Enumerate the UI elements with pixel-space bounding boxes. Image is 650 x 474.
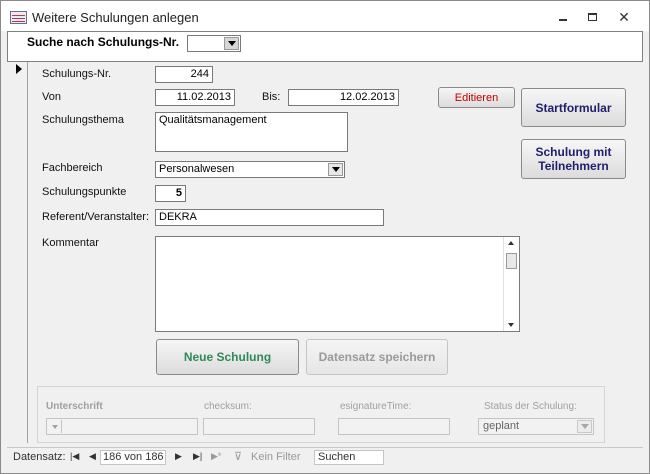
window-title: Weitere Schulungen anlegen xyxy=(32,10,199,25)
restore-button[interactable] xyxy=(578,7,606,27)
checksum-label: checksum: xyxy=(204,401,252,412)
chevron-down-icon xyxy=(51,424,58,429)
minimize-button[interactable] xyxy=(549,7,577,27)
schulungspunkte-field[interactable]: 5 xyxy=(155,185,186,202)
bis-label: Bis: xyxy=(262,91,281,103)
title-bar: Weitere Schulungen anlegen ✕ xyxy=(1,1,649,31)
new-record-icon[interactable]: ▶* xyxy=(211,451,221,462)
schulungs-nr-label: Schulungs-Nr. xyxy=(42,68,112,80)
fachbereich-dropdown-button[interactable] xyxy=(328,163,343,176)
restore-icon xyxy=(587,13,597,21)
scroll-thumb[interactable] xyxy=(506,253,517,269)
fachbereich-value: Personalwesen xyxy=(159,163,235,175)
chevron-down-icon xyxy=(227,41,236,46)
schulungspunkte-label: Schulungspunkte xyxy=(42,186,127,198)
esignaturetime-field xyxy=(338,418,450,435)
record-navigation-bar: Datensatz: |◀ ◀ 186 von 186 ▶ ▶| ▶* ⊽ Ke… xyxy=(7,447,643,467)
kommentar-label: Kommentar xyxy=(42,237,99,249)
chevron-down-icon xyxy=(331,167,340,172)
status-label: Status der Schulung: xyxy=(484,401,577,412)
search-header: Suche nach Schulungs-Nr. xyxy=(7,31,643,62)
next-record-icon[interactable]: ▶ xyxy=(175,451,182,462)
record-selector[interactable] xyxy=(7,62,28,443)
datensatz-label: Datensatz: xyxy=(13,451,66,463)
editieren-button[interactable]: Editieren xyxy=(438,87,515,108)
unterschrift-dropdown xyxy=(48,420,62,433)
kommentar-field[interactable] xyxy=(155,236,520,332)
search-dropdown-button[interactable] xyxy=(224,37,239,50)
filter-status[interactable]: Kein Filter xyxy=(251,451,301,463)
startformular-button[interactable]: Startformular xyxy=(521,88,626,127)
neue-schulung-button[interactable]: Neue Schulung xyxy=(156,339,299,375)
schulungsthema-label: Schulungsthema xyxy=(42,114,124,126)
record-number-field[interactable]: 186 von 186 xyxy=(100,450,166,465)
close-icon: ✕ xyxy=(618,9,630,25)
unterschrift-label: Unterschrift xyxy=(46,401,103,412)
chevron-down-icon xyxy=(580,424,589,429)
close-button[interactable]: ✕ xyxy=(610,7,638,27)
von-label: Von xyxy=(42,91,61,103)
schulungsthema-field[interactable]: Qualitätsmanagement xyxy=(155,112,348,152)
esignaturetime-label: esignatureTime: xyxy=(340,401,412,412)
form-icon xyxy=(10,11,27,24)
scroll-up-icon[interactable] xyxy=(508,241,514,245)
startformular-label: Startformular xyxy=(535,100,612,115)
previous-record-icon[interactable]: ◀ xyxy=(89,451,96,462)
unterschrift-field xyxy=(46,418,198,435)
datensatz-speichern-button[interactable]: Datensatz speichern xyxy=(306,339,448,375)
last-record-icon[interactable]: ▶| xyxy=(193,451,202,462)
von-field[interactable]: 11.02.2013 xyxy=(155,89,235,106)
current-record-icon xyxy=(16,64,22,74)
signature-section: Unterschrift checksum: esignatureTime: S… xyxy=(37,386,605,443)
datensatz-speichern-label: Datensatz speichern xyxy=(318,350,436,364)
schulungs-nr-field[interactable]: 244 xyxy=(155,66,213,83)
referent-field[interactable]: DEKRA xyxy=(155,209,384,226)
fachbereich-label: Fachbereich xyxy=(42,162,103,174)
bis-field[interactable]: 12.02.2013 xyxy=(288,89,399,106)
editieren-label: Editieren xyxy=(454,91,499,104)
status-dropdown-button xyxy=(577,420,592,433)
status-combo: geplant xyxy=(478,418,594,435)
scroll-down-icon[interactable] xyxy=(508,323,514,327)
first-record-icon[interactable]: |◀ xyxy=(70,451,79,462)
app-window: Weitere Schulungen anlegen ✕ Suche nach … xyxy=(0,0,650,474)
filter-icon[interactable]: ⊽ xyxy=(234,450,242,463)
search-combo[interactable] xyxy=(187,35,241,52)
referent-label: Referent/Veranstalter: xyxy=(42,211,150,223)
search-label: Suche nach Schulungs-Nr. xyxy=(27,35,180,49)
fachbereich-combo[interactable]: Personalwesen xyxy=(155,161,345,178)
kommentar-scrollbar[interactable] xyxy=(503,237,519,331)
status-value: geplant xyxy=(483,420,520,432)
minimize-icon xyxy=(559,19,567,21)
neue-schulung-label: Neue Schulung xyxy=(183,350,272,364)
search-nav-field[interactable]: Suchen xyxy=(314,450,384,465)
checksum-field xyxy=(203,418,315,435)
schulung-mit-teilnehmern-button[interactable]: Schulung mit Teilnehmern xyxy=(521,139,626,179)
schulung-mit-teilnehmern-label: Schulung mit Teilnehmern xyxy=(535,145,612,173)
